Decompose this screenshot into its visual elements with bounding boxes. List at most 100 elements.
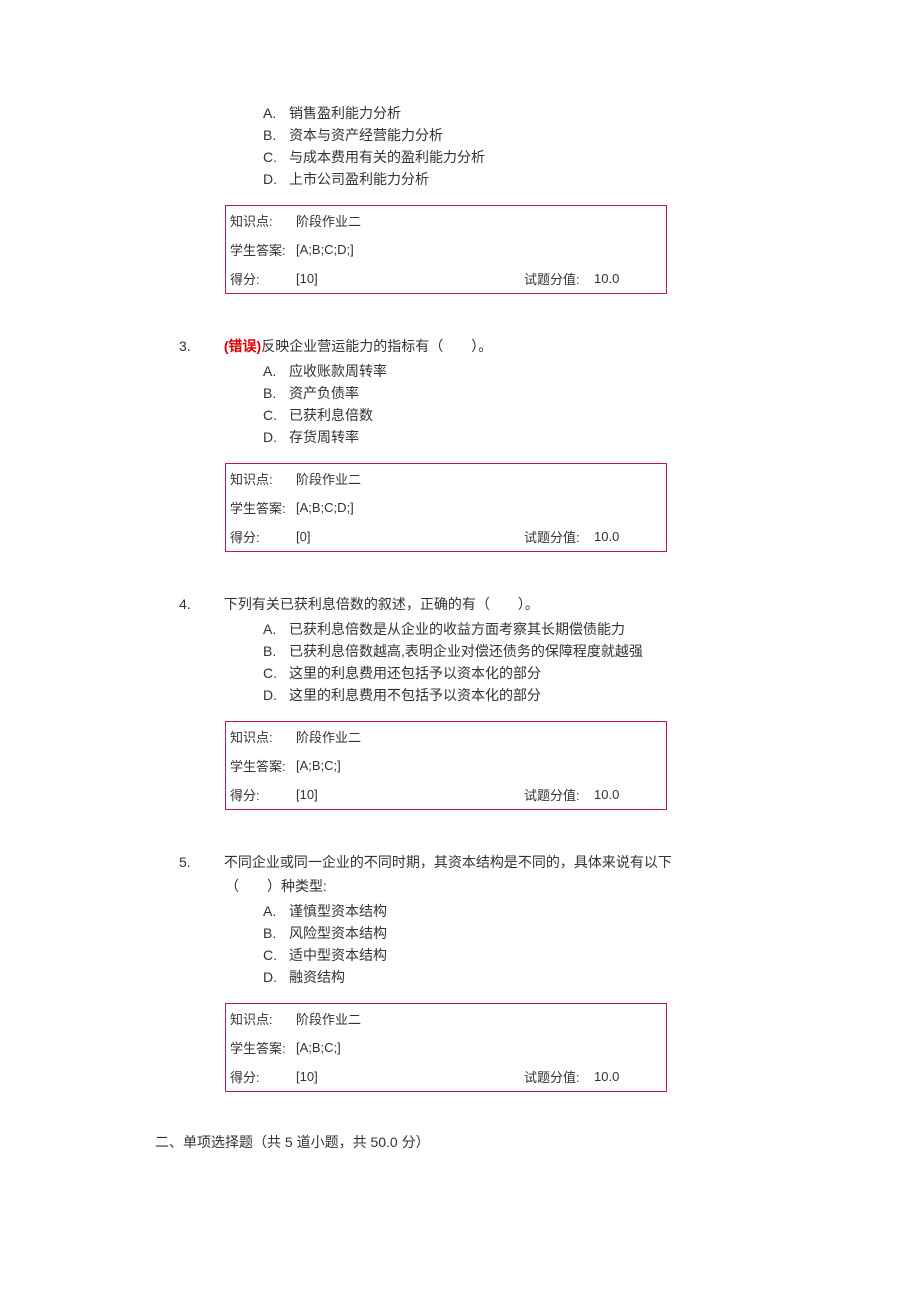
answer-info-table: 知识点: 阶段作业二 学生答案: [A;B;C;D;] 得分: [0] 试题分值… (226, 464, 666, 551)
row-score: 得分: [0] 试题分值: 10.0 (226, 522, 666, 551)
options-list: A.销售盈利能力分析 B.资本与资产经营能力分析 C.与成本费用有关的盈利能力分… (263, 102, 920, 190)
row-knowledge: 知识点: 阶段作业二 (226, 206, 666, 235)
value-score: [10] (294, 780, 522, 809)
label-student-answer: 学生答案: (226, 493, 294, 522)
option-C: C.适中型资本结构 (263, 944, 920, 966)
label-knowledge: 知识点: (226, 206, 294, 235)
value-score: [0] (294, 522, 522, 551)
option-text: 与成本费用有关的盈利能力分析 (289, 149, 485, 165)
option-text: 应收账款周转率 (289, 363, 387, 379)
question-text: 不同企业或同一企业的不同时期，其资本结构是不同的，具体来说有以下（ ）种类型: (224, 854, 672, 894)
value-question-value: 10.0 (592, 264, 666, 293)
option-A: A.应收账款周转率 (263, 360, 920, 382)
value-student-answer: [A;B;C;] (294, 1033, 666, 1062)
value-student-answer: [A;B;C;] (294, 751, 666, 780)
options-list: A.应收账款周转率 B.资产负债率 C.已获利息倍数 D.存货周转率 (263, 360, 920, 448)
question-block: 4. 下列有关已获利息倍数的叙述，正确的有（ ）。 A.已获利息倍数是从企业的收… (0, 592, 920, 810)
option-text: 已获利息倍数是从企业的收益方面考察其长期偿债能力 (289, 621, 625, 637)
option-C: C.与成本费用有关的盈利能力分析 (263, 146, 920, 168)
option-B: B.风险型资本结构 (263, 922, 920, 944)
label-student-answer: 学生答案: (226, 1033, 294, 1062)
answer-info-table: 知识点: 阶段作业二 学生答案: [A;B;C;] 得分: [10] 试题分值:… (226, 1004, 666, 1091)
option-text: 销售盈利能力分析 (289, 105, 401, 121)
option-letter: C. (263, 944, 289, 966)
option-letter: C. (263, 146, 289, 168)
label-score: 得分: (226, 522, 294, 551)
label-knowledge: 知识点: (226, 464, 294, 493)
question-stem: 5. 不同企业或同一企业的不同时期，其资本结构是不同的，具体来说有以下（ ）种类… (225, 850, 920, 898)
option-letter: D. (263, 168, 289, 190)
option-text: 资本与资产经营能力分析 (289, 127, 443, 143)
value-student-answer: [A;B;C;D;] (294, 235, 666, 264)
wrong-marker: (错误) (224, 338, 261, 354)
question-block: A.销售盈利能力分析 B.资本与资产经营能力分析 C.与成本费用有关的盈利能力分… (0, 102, 920, 294)
option-B: B.已获利息倍数越高,表明企业对偿还债务的保障程度就越强 (263, 640, 920, 662)
option-D: D.这里的利息费用不包括予以资本化的部分 (263, 684, 920, 706)
label-knowledge: 知识点: (226, 722, 294, 751)
page-container: A.销售盈利能力分析 B.资本与资产经营能力分析 C.与成本费用有关的盈利能力分… (0, 0, 920, 1232)
label-knowledge: 知识点: (226, 1004, 294, 1033)
label-question-value: 试题分值: (522, 780, 592, 809)
option-A: A.谨慎型资本结构 (263, 900, 920, 922)
question-text: 下列有关已获利息倍数的叙述，正确的有（ ）。 (224, 596, 539, 612)
row-student-answer: 学生答案: [A;B;C;] (226, 1033, 666, 1062)
value-score: [10] (294, 264, 522, 293)
row-score: 得分: [10] 试题分值: 10.0 (226, 264, 666, 293)
question-stem: 4. 下列有关已获利息倍数的叙述，正确的有（ ）。 (225, 592, 920, 616)
option-letter: A. (263, 102, 289, 124)
option-text: 资产负债率 (289, 385, 359, 401)
value-knowledge: 阶段作业二 (294, 206, 666, 235)
value-student-answer: [A;B;C;D;] (294, 493, 666, 522)
answer-info-box: 知识点: 阶段作业二 学生答案: [A;B;C;D;] 得分: [0] 试题分值… (225, 463, 667, 552)
row-score: 得分: [10] 试题分值: 10.0 (226, 780, 666, 809)
row-knowledge: 知识点: 阶段作业二 (226, 1004, 666, 1033)
option-text: 这里的利息费用不包括予以资本化的部分 (289, 687, 541, 703)
question-block: 5. 不同企业或同一企业的不同时期，其资本结构是不同的，具体来说有以下（ ）种类… (0, 850, 920, 1092)
option-letter: D. (263, 684, 289, 706)
label-question-value: 试题分值: (522, 1062, 592, 1091)
value-question-value: 10.0 (592, 1062, 666, 1091)
option-A: A.已获利息倍数是从企业的收益方面考察其长期偿债能力 (263, 618, 920, 640)
option-text: 上市公司盈利能力分析 (289, 171, 429, 187)
question-number: 4. (202, 592, 220, 616)
label-student-answer: 学生答案: (226, 751, 294, 780)
answer-info-box: 知识点: 阶段作业二 学生答案: [A;B;C;D;] 得分: [10] 试题分… (225, 205, 667, 294)
option-letter: A. (263, 618, 289, 640)
option-letter: B. (263, 382, 289, 404)
answer-info-table: 知识点: 阶段作业二 学生答案: [A;B;C;D;] 得分: [10] 试题分… (226, 206, 666, 293)
option-A: A.销售盈利能力分析 (263, 102, 920, 124)
option-letter: A. (263, 900, 289, 922)
options-list: A.谨慎型资本结构 B.风险型资本结构 C.适中型资本结构 D.融资结构 (263, 900, 920, 988)
option-D: D.上市公司盈利能力分析 (263, 168, 920, 190)
option-letter: A. (263, 360, 289, 382)
value-question-value: 10.0 (592, 522, 666, 551)
option-B: B.资本与资产经营能力分析 (263, 124, 920, 146)
label-question-value: 试题分值: (522, 522, 592, 551)
option-C: C.已获利息倍数 (263, 404, 920, 426)
options-list: A.已获利息倍数是从企业的收益方面考察其长期偿债能力 B.已获利息倍数越高,表明… (263, 618, 920, 706)
option-text: 融资结构 (289, 969, 345, 985)
label-score: 得分: (226, 1062, 294, 1091)
label-student-answer: 学生答案: (226, 235, 294, 264)
option-text: 适中型资本结构 (289, 947, 387, 963)
row-student-answer: 学生答案: [A;B;C;] (226, 751, 666, 780)
answer-info-table: 知识点: 阶段作业二 学生答案: [A;B;C;] 得分: [10] 试题分值:… (226, 722, 666, 809)
row-student-answer: 学生答案: [A;B;C;D;] (226, 235, 666, 264)
label-score: 得分: (226, 780, 294, 809)
option-letter: D. (263, 426, 289, 448)
option-letter: C. (263, 662, 289, 684)
question-stem: 3. (错误)反映企业营运能力的指标有（ ）。 (225, 334, 920, 358)
value-knowledge: 阶段作业二 (294, 1004, 666, 1033)
option-D: D.存货周转率 (263, 426, 920, 448)
option-letter: B. (263, 124, 289, 146)
label-question-value: 试题分值: (522, 264, 592, 293)
option-letter: B. (263, 922, 289, 944)
row-student-answer: 学生答案: [A;B;C;D;] (226, 493, 666, 522)
option-letter: D. (263, 966, 289, 988)
answer-info-box: 知识点: 阶段作业二 学生答案: [A;B;C;] 得分: [10] 试题分值:… (225, 1003, 667, 1092)
value-question-value: 10.0 (592, 780, 666, 809)
value-score: [10] (294, 1062, 522, 1091)
question-number: 5. (202, 850, 220, 874)
value-knowledge: 阶段作业二 (294, 722, 666, 751)
option-letter: B. (263, 640, 289, 662)
